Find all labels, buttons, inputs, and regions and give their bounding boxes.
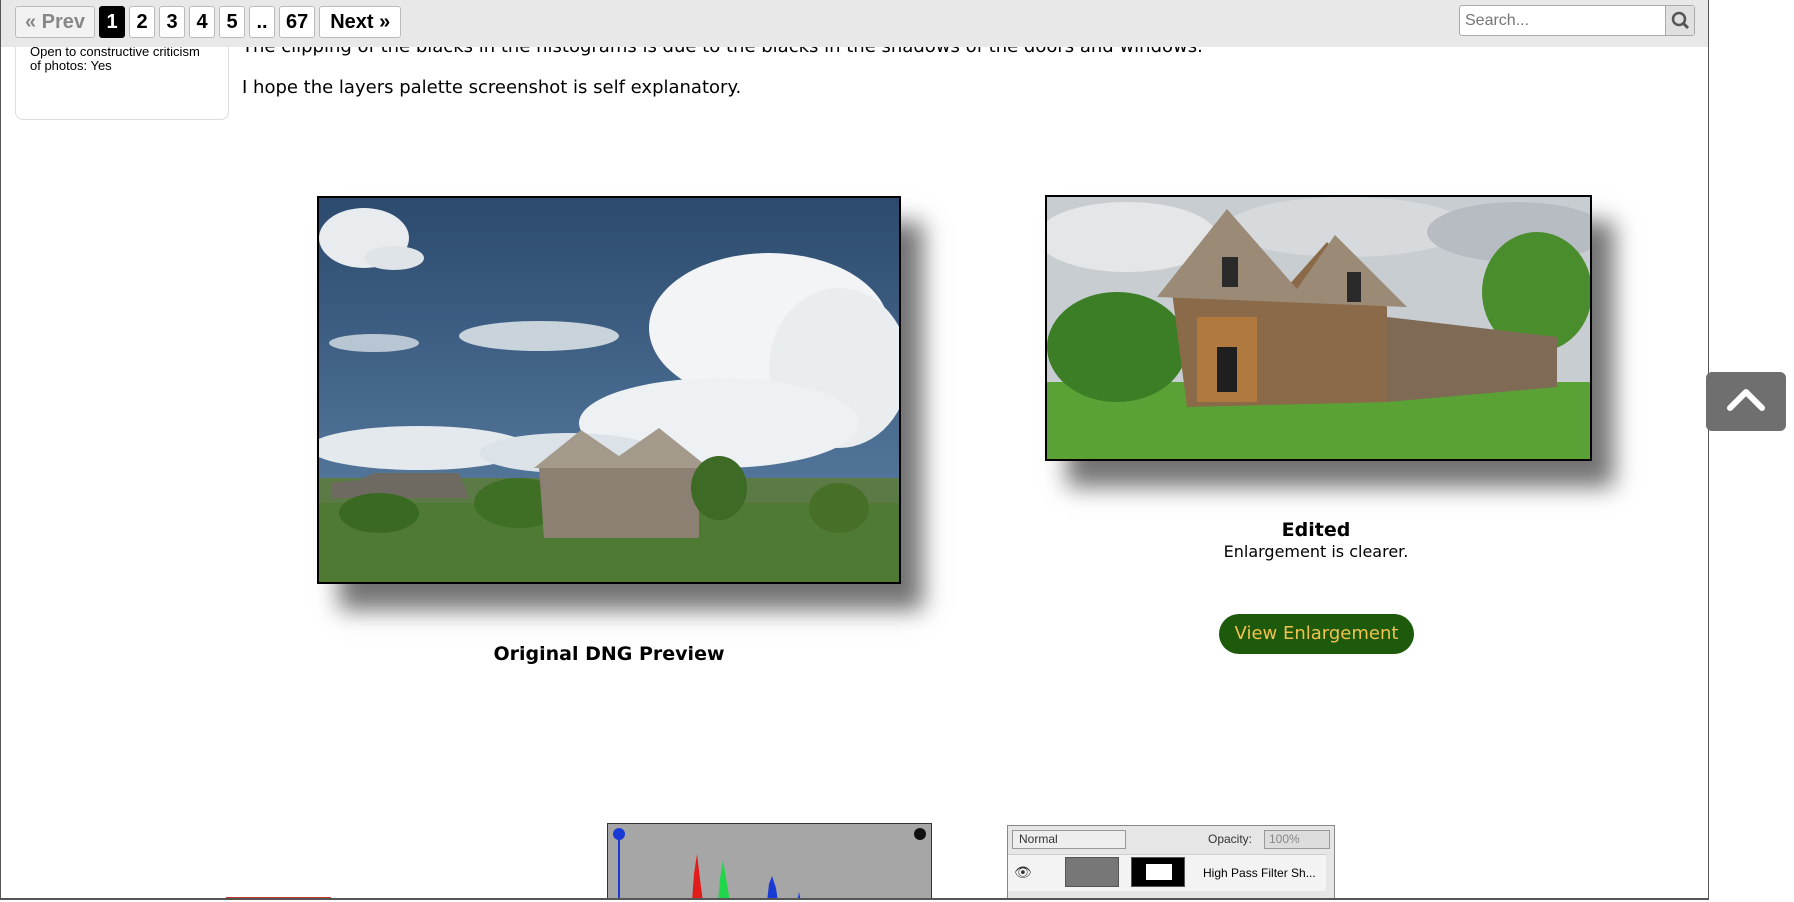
search-box [1459, 5, 1695, 36]
edited-caption: Edited [1281, 519, 1351, 541]
page-4-button[interactable]: 4 [189, 6, 215, 38]
blend-mode-select: Normal [1012, 830, 1126, 849]
opacity-field: 100% [1264, 830, 1330, 849]
bottom-image-edge [226, 897, 331, 898]
layers-panel-screenshot: Normal Opacity: 100% 👁 High Pass Filter … [1007, 825, 1335, 898]
opacity-label: Opacity: [1208, 832, 1253, 846]
edited-subcaption: Enlargement is clearer. [1223, 542, 1409, 561]
page-67-button[interactable]: 67 [279, 6, 316, 38]
criticism-line-2: of photos: Yes [30, 58, 112, 73]
edited-photo[interactable] [1045, 195, 1592, 461]
page-5-button[interactable]: 5 [219, 6, 245, 38]
pager: « Prev 1 2 3 4 5 .. 67 Next » [15, 6, 402, 38]
post-text-layers: I hope the layers palette screenshot is … [242, 77, 742, 98]
back-to-top-button[interactable] [1706, 372, 1786, 431]
original-caption: Original DNG Preview [493, 643, 725, 665]
search-button[interactable] [1665, 6, 1694, 35]
edited-photo-image [1047, 197, 1590, 459]
page-frame: The clipping of the blacks in the histog… [0, 0, 1709, 900]
layer-row: 👁 High Pass Filter Sh... [1008, 854, 1326, 891]
page-2-button[interactable]: 2 [129, 6, 155, 38]
layer-thumbnail [1065, 857, 1119, 887]
layer-name: High Pass Filter Sh... [1203, 866, 1316, 880]
search-icon [1671, 11, 1690, 30]
original-photo-image [319, 198, 899, 582]
next-page-button[interactable]: Next » [319, 6, 402, 38]
view-enlargement-button[interactable]: View Enlargement [1219, 614, 1414, 654]
pagination-bar: « Prev 1 2 3 4 5 .. 67 Next » [1, 0, 1708, 47]
shadow-clipping-icon [613, 828, 625, 840]
criticism-line-1: Open to constructive criticism [30, 44, 200, 59]
prev-page-button[interactable]: « Prev [15, 6, 95, 38]
layer-mask-thumbnail [1131, 857, 1185, 887]
histogram-screenshot [607, 823, 932, 898]
original-photo[interactable] [317, 196, 901, 584]
page-ellipsis: .. [249, 6, 275, 38]
page-1-button[interactable]: 1 [99, 6, 125, 38]
search-input[interactable] [1460, 6, 1675, 35]
page-3-button[interactable]: 3 [159, 6, 185, 38]
highlight-clipping-icon [914, 828, 926, 840]
eye-icon: 👁 [1014, 864, 1032, 880]
chevron-up-icon [1727, 389, 1765, 411]
